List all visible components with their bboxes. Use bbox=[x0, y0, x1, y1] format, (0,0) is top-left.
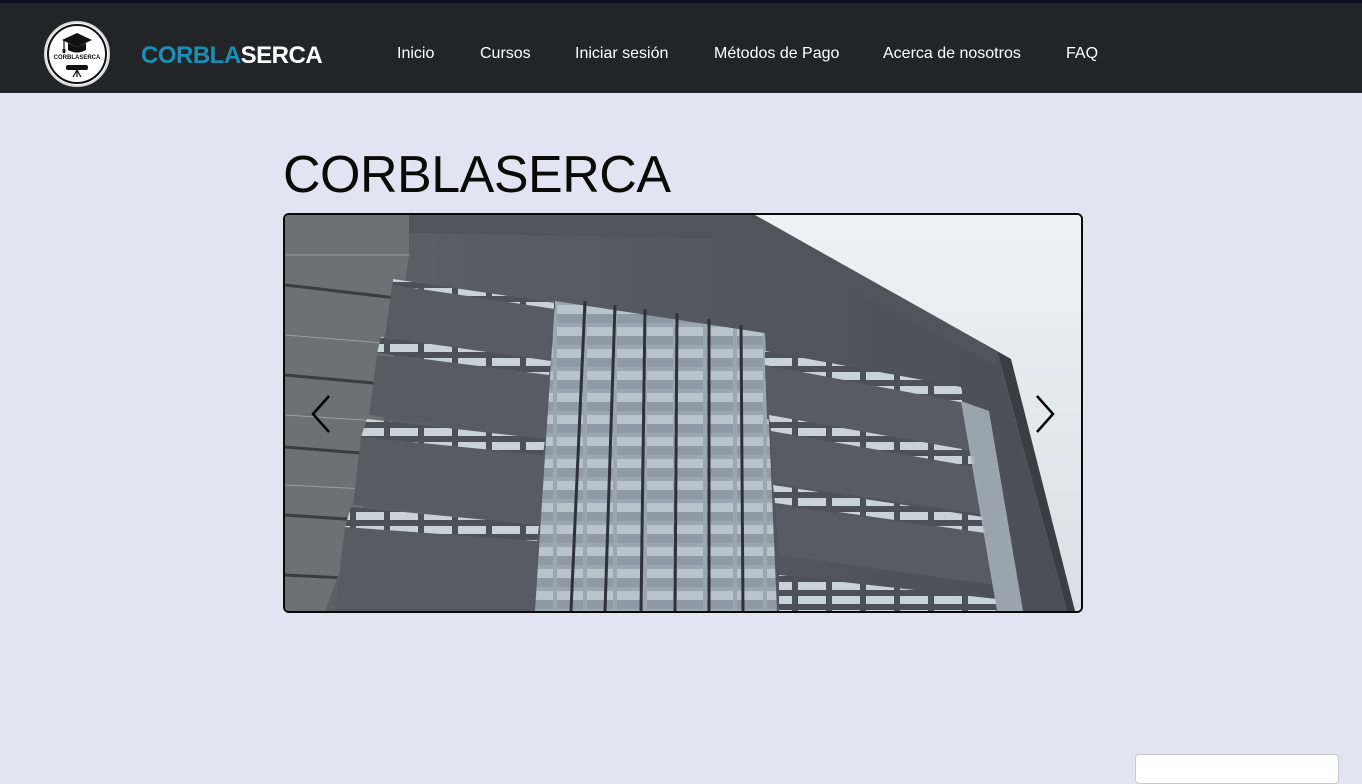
brand-name-part1: CORBLA bbox=[141, 42, 241, 69]
carousel-next-button[interactable] bbox=[1023, 390, 1063, 438]
nav-link-metodos-de-pago[interactable]: Métodos de Pago bbox=[714, 42, 839, 66]
nav-link-iniciar-sesion[interactable]: Iniciar sesión bbox=[575, 42, 668, 66]
brand-name-part2: SERCA bbox=[240, 42, 323, 69]
hosting-badge[interactable] bbox=[1135, 754, 1339, 784]
page-title: CORBLASERCA bbox=[283, 146, 671, 204]
image-carousel[interactable] bbox=[283, 213, 1083, 613]
chevron-right-icon bbox=[1036, 395, 1055, 433]
carousel-prev-button[interactable] bbox=[303, 390, 343, 438]
nav-link-faq[interactable]: FAQ bbox=[1066, 42, 1098, 66]
chevron-left-icon bbox=[311, 395, 330, 433]
nav-link-cursos[interactable]: Cursos bbox=[480, 42, 531, 66]
nav-link-inicio[interactable]: Inicio bbox=[397, 42, 434, 66]
site-logo[interactable]: CORBLASERCA bbox=[44, 21, 110, 87]
carousel-slide-image bbox=[285, 215, 1081, 611]
graduation-cap-icon bbox=[47, 24, 107, 84]
nav-link-acerca-de-nosotros[interactable]: Acerca de nosotros bbox=[883, 42, 1021, 66]
top-navbar: CORBLASERCA CORBLASERCA Inicio Cursos In… bbox=[0, 0, 1362, 93]
logo-text: CORBLASERCA bbox=[53, 55, 101, 61]
brand-name[interactable]: CORBLASERCA bbox=[141, 41, 323, 71]
